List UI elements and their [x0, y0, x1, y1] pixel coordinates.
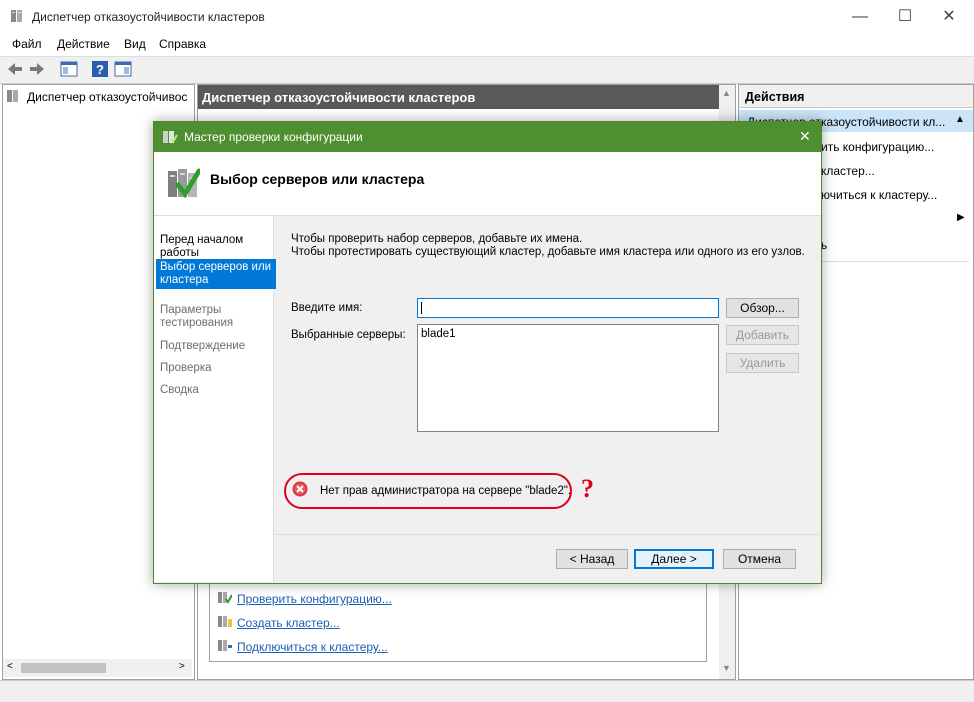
menu-bar: Файл Действие Вид Справка	[0, 34, 974, 55]
text-cursor	[421, 302, 422, 314]
help-icon[interactable]: ?	[91, 60, 109, 78]
action-validate[interactable]: ить конфигурацию...	[821, 140, 934, 154]
scroll-up-icon[interactable]: ▲	[722, 88, 731, 98]
selected-server-item[interactable]: blade1	[421, 328, 456, 340]
question-mark-annotation: ?	[581, 474, 594, 503]
step-select-servers[interactable]: Выбор серверов или кластера	[156, 259, 276, 289]
step-confirmation: Подтверждение	[160, 340, 246, 352]
step-before-you-begin[interactable]: Перед началом работы	[156, 232, 276, 262]
center-header: Диспетчер отказоустойчивости кластеров	[198, 85, 719, 109]
submenu-arrow-icon[interactable]: ▶	[957, 212, 965, 223]
center-header-title: Диспетчер отказоустойчивости кластеров	[202, 90, 476, 105]
step-testing-options: Параметры тестирования	[160, 304, 234, 329]
close-window-button[interactable]: ✕	[934, 6, 964, 28]
svg-text:?: ?	[96, 62, 104, 77]
wizard-close-button[interactable]: ✕	[799, 128, 811, 145]
scroll-right-icon[interactable]: >	[179, 661, 185, 672]
menu-action[interactable]: Действие	[57, 37, 110, 51]
create-cluster-icon	[218, 616, 232, 627]
menu-file[interactable]: Файл	[12, 37, 42, 51]
tree-horizontal-scrollbar[interactable]: < >	[3, 659, 192, 677]
back-arrow-icon[interactable]	[6, 60, 24, 78]
validate-config-icon	[218, 592, 232, 604]
tree-root-label[interactable]: Диспетчер отказоустойчивос	[27, 90, 192, 104]
error-message: Нет прав администратора на сервере "blad…	[320, 485, 572, 497]
selected-servers-label: Выбранные серверы:	[291, 329, 406, 341]
cluster-app-icon	[11, 10, 22, 22]
link-validate-configuration[interactable]: Проверить конфигурацию...	[237, 592, 392, 606]
back-button[interactable]: < Назад	[556, 549, 628, 569]
toolbar: ?	[0, 56, 974, 84]
wizard-steps: Перед началом работы Выбор серверов или …	[154, 216, 276, 582]
scroll-down-icon[interactable]: ▼	[722, 663, 731, 673]
wizard-title: Мастер проверки конфигурации	[184, 130, 363, 144]
actions-divider	[799, 261, 969, 262]
forward-arrow-icon[interactable]	[28, 60, 46, 78]
validate-config-wizard: Мастер проверки конфигурации ✕ Выбор сер…	[153, 121, 822, 584]
wizard-header: Выбор серверов или кластера	[154, 152, 821, 216]
title-bar: Диспетчер отказоустойчивости кластеров —…	[0, 0, 974, 34]
action-connect[interactable]: ючиться к кластеру...	[821, 188, 937, 202]
menu-view[interactable]: Вид	[124, 37, 146, 51]
show-action-pane-icon[interactable]	[114, 60, 132, 78]
cancel-button[interactable]: Отмена	[723, 549, 796, 569]
connect-cluster-icon	[218, 640, 232, 651]
cluster-manager-icon	[7, 90, 18, 102]
servers-check-icon	[168, 168, 200, 199]
add-button: Добавить	[726, 325, 799, 345]
footer-divider	[274, 534, 820, 535]
intro-line-2: Чтобы протестировать существующий класте…	[291, 246, 805, 258]
wizard-title-bar: Мастер проверки конфигурации ✕	[154, 122, 821, 152]
server-name-input[interactable]	[417, 298, 719, 318]
actions-header: Действия	[739, 85, 973, 108]
selected-servers-list[interactable]: blade1	[417, 324, 719, 432]
status-bar	[0, 680, 974, 702]
browse-button[interactable]: Обзор...	[726, 298, 799, 318]
window-title: Диспетчер отказоустойчивости кластеров	[32, 10, 265, 24]
link-create-cluster[interactable]: Создать кластер...	[237, 616, 340, 630]
minimize-button[interactable]: —	[845, 6, 875, 28]
name-label: Введите имя:	[291, 302, 363, 314]
maximize-button[interactable]: ☐	[890, 6, 920, 28]
scroll-left-icon[interactable]: <	[7, 661, 13, 672]
wizard-heading: Выбор серверов или кластера	[210, 171, 425, 187]
link-connect-cluster[interactable]: Подключиться к кластеру...	[237, 640, 388, 654]
show-console-tree-icon[interactable]	[60, 60, 78, 78]
wizard-app-icon	[163, 131, 178, 144]
intro-line-1: Чтобы проверить набор серверов, добавьте…	[291, 233, 583, 245]
next-button[interactable]: Далее >	[634, 549, 714, 569]
scroll-thumb[interactable]	[21, 663, 106, 673]
remove-button: Удалить	[726, 353, 799, 373]
step-validating: Проверка	[160, 362, 212, 374]
actions-header-title: Действия	[745, 90, 805, 104]
error-icon	[292, 481, 308, 497]
action-create[interactable]: кластер...	[821, 164, 875, 178]
menu-help[interactable]: Справка	[159, 37, 206, 51]
collapse-arrow-icon[interactable]: ▲	[955, 114, 965, 125]
center-links-box: Проверить конфигурацию... Создать класте…	[209, 583, 707, 662]
step-summary: Сводка	[160, 384, 199, 396]
